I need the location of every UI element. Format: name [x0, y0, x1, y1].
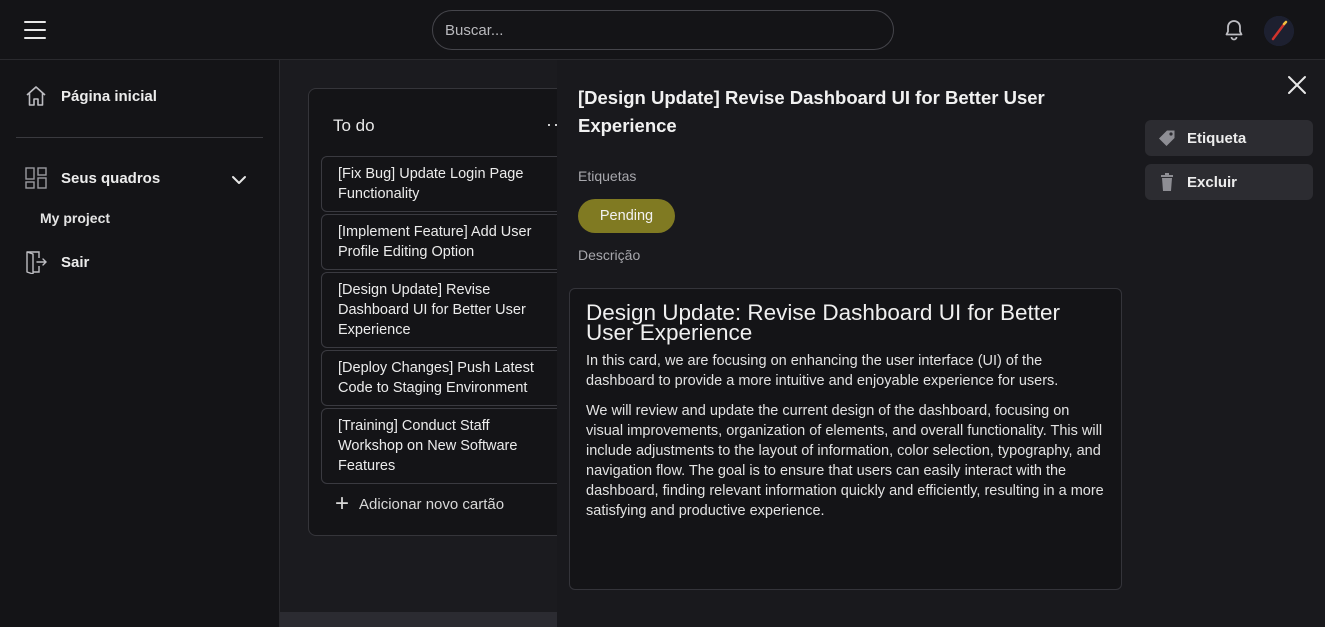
- description-heading: Design Update: Revise Dashboard UI for B…: [586, 300, 1060, 345]
- board-scrollbar[interactable]: [280, 612, 558, 627]
- sidebar-item-label: Seus quadros: [61, 169, 161, 187]
- tags-label: Etiquetas: [578, 168, 637, 184]
- bell-icon[interactable]: [1222, 18, 1246, 42]
- delete-button[interactable]: Excluir: [1145, 164, 1313, 200]
- add-card-label: Adicionar novo cartão: [359, 495, 505, 513]
- sidebar-item-label: Sair: [61, 253, 90, 271]
- add-card-button[interactable]: + Adicionar novo cartão: [335, 490, 505, 517]
- menu-icon[interactable]: [22, 18, 48, 42]
- label-button-text: Etiqueta: [1187, 129, 1247, 147]
- label-button[interactable]: Etiqueta: [1145, 120, 1313, 156]
- sidebar: Página inicial Seus quadros My project S…: [0, 60, 280, 627]
- column-title: To do: [333, 116, 375, 135]
- status-badge[interactable]: Pending: [578, 199, 675, 233]
- search-input[interactable]: [432, 10, 894, 50]
- top-bar: [0, 0, 1325, 60]
- list-item[interactable]: [Fix Bug] Update Login Page Functionalit…: [321, 156, 571, 212]
- list-item[interactable]: [Design Update] Revise Dashboard UI for …: [321, 272, 571, 348]
- list-item[interactable]: [Implement Feature] Add User Profile Edi…: [321, 214, 571, 270]
- sidebar-item-logout[interactable]: Sair: [24, 250, 89, 274]
- close-icon[interactable]: [1285, 73, 1309, 97]
- description-paragraph: We will review and update the current de…: [586, 403, 1104, 519]
- trash-icon: [1161, 173, 1173, 191]
- delete-button-text: Excluir: [1187, 173, 1238, 191]
- sidebar-divider: [16, 137, 263, 138]
- sidebar-item-my-project[interactable]: My project: [40, 210, 110, 226]
- tag-icon: [1159, 130, 1175, 146]
- logout-icon: [26, 251, 47, 274]
- boards-icon: [25, 167, 47, 189]
- card-title: [Design Update] Revise Dashboard UI for …: [578, 87, 1045, 136]
- sidebar-item-boards[interactable]: Seus quadros: [24, 166, 160, 190]
- description-label: Descrição: [578, 247, 641, 263]
- list-item[interactable]: [Deploy Changes] Push Latest Code to Sta…: [321, 350, 571, 406]
- home-icon: [26, 86, 46, 106]
- chevron-down-icon[interactable]: [229, 170, 249, 190]
- list-item[interactable]: [Training] Conduct Staff Workshop on New…: [321, 408, 571, 484]
- plus-icon: +: [335, 490, 350, 517]
- description-editor[interactable]: Design Update: Revise Dashboard UI for B…: [569, 288, 1122, 590]
- avatar[interactable]: [1264, 16, 1294, 46]
- sidebar-item-home[interactable]: Página inicial: [24, 84, 157, 108]
- sidebar-item-label: Página inicial: [61, 87, 157, 105]
- description-paragraph: In this card, we are focusing on enhanci…: [586, 353, 1059, 389]
